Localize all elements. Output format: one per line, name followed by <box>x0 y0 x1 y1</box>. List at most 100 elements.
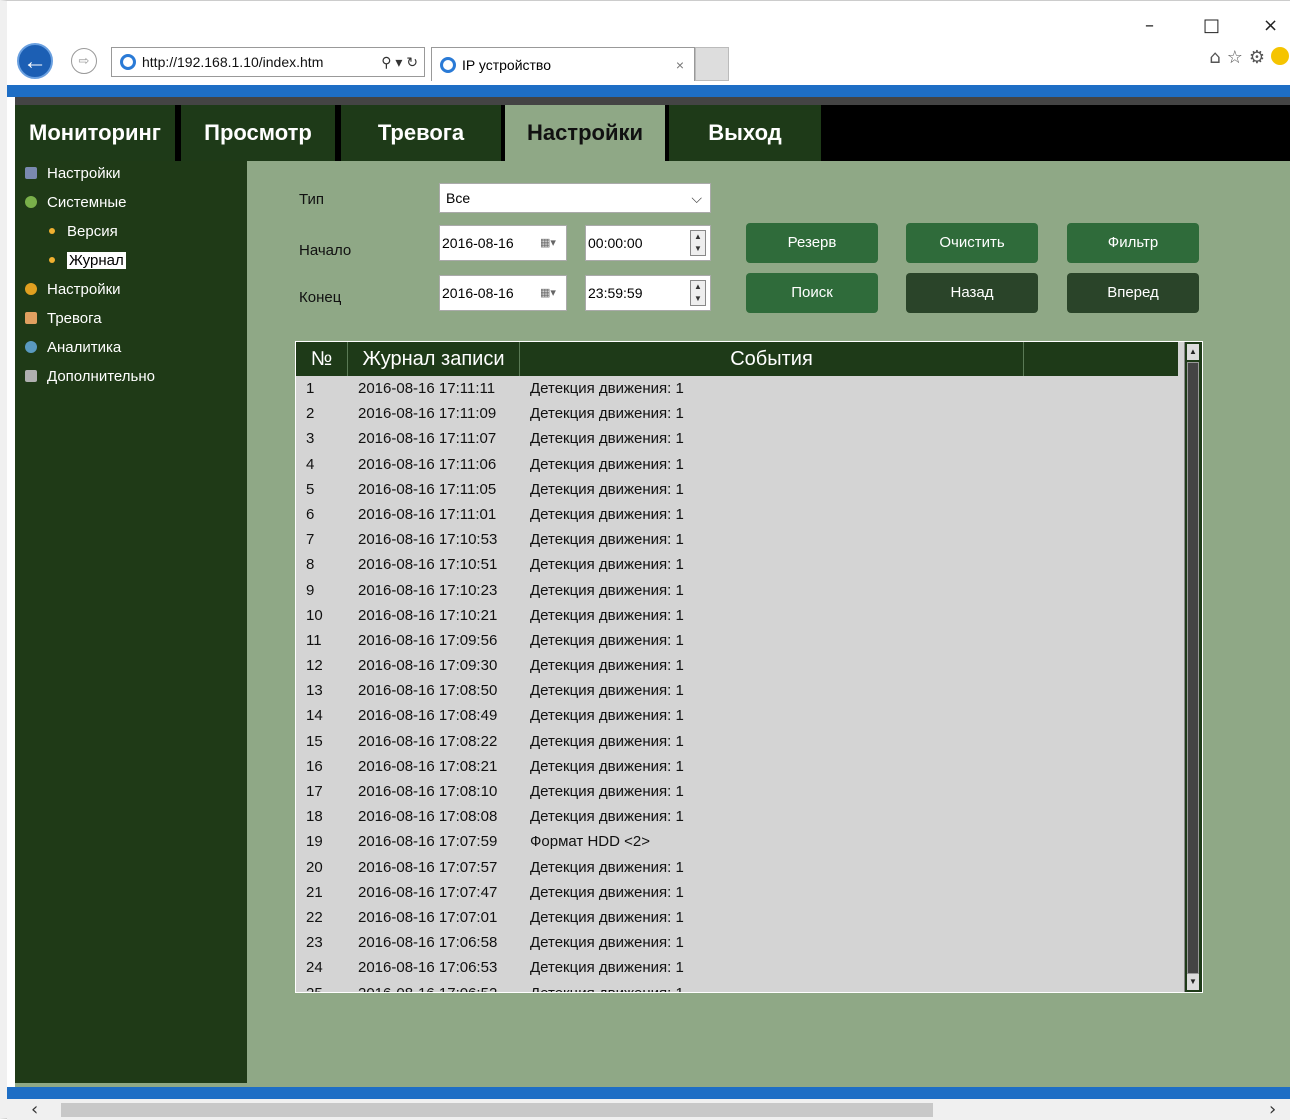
sidebar-item-version[interactable]: Версия <box>49 221 118 243</box>
table-row[interactable]: 23 2016-08-16 17:06:58 Детекция движения: … <box>296 930 1178 955</box>
scroll-left-icon[interactable]: ‹ <box>31 1099 38 1120</box>
table-row[interactable]: 12 2016-08-16 17:09:30 Детекция движения: … <box>296 653 1178 678</box>
table-row[interactable]: 6 2016-08-16 17:11:01 Детекция движения: 1 <box>296 502 1178 527</box>
scroll-down-icon[interactable]: ▼ <box>1187 974 1199 990</box>
scroll-up-icon[interactable]: ▲ <box>1187 344 1199 360</box>
calendar-icon[interactable]: ▦▾ <box>540 236 560 250</box>
clear-button[interactable]: Очистить <box>906 223 1038 263</box>
sidebar-item-advanced[interactable]: Дополнительно <box>25 366 155 388</box>
table-header: № Журнал записи События <box>296 342 1178 376</box>
home-icon[interactable]: ⌂ <box>1209 47 1226 68</box>
table-row[interactable]: 10 2016-08-16 17:10:21 Детекция движения: … <box>296 603 1178 628</box>
maximize-button[interactable]: □ <box>1203 15 1220 36</box>
time-spinner[interactable]: ▲ ▼ <box>690 280 706 306</box>
gear-icon[interactable]: ⚙ <box>1249 47 1271 68</box>
sidebar-item-analytics[interactable]: Аналитика <box>25 337 121 359</box>
cell-number: 13 <box>306 682 323 700</box>
cell-event: Детекция движения: 1 <box>530 783 684 800</box>
table-row[interactable]: 13 2016-08-16 17:08:50 Детекция движения: … <box>296 678 1178 703</box>
tab-monitoring[interactable]: Мониторинг <box>15 105 175 161</box>
forward-button[interactable]: Вперед <box>1067 273 1199 313</box>
cell-event: Детекция движения: 1 <box>530 505 684 523</box>
forward-arrow-icon[interactable]: ⇨ <box>71 48 97 74</box>
table-row[interactable]: 14 2016-08-16 17:08:49 Детекция движения: … <box>296 703 1178 728</box>
filter-button[interactable]: Фильтр <box>1067 223 1199 263</box>
table-row[interactable]: 24 2016-08-16 17:06:53 Детекция движения: … <box>296 955 1178 980</box>
cell-number: 19 <box>306 833 323 851</box>
table-row[interactable]: 22 2016-08-16 17:07:01 Детекция движения: … <box>296 905 1178 930</box>
table-row[interactable]: 9 2016-08-16 17:10:23 Детекция движения: 1 <box>296 578 1178 603</box>
end-time-field[interactable]: 23:59:59 ▲ ▼ <box>585 275 711 311</box>
cell-event: Детекция движения: 1 <box>530 606 684 624</box>
back-button[interactable]: Назад <box>906 273 1038 313</box>
web-page: Мониторинг Просмотр Тревога Настройки Вы… <box>15 97 1290 1087</box>
tab-playback[interactable]: Просмотр <box>181 105 335 161</box>
backup-button[interactable]: Резерв <box>746 223 878 263</box>
sidebar-item-settings-root[interactable]: Настройки <box>25 163 121 185</box>
table-row[interactable]: 25 2016-08-16 17:06:52 Детекция движения: … <box>296 981 1178 993</box>
table-row[interactable]: 5 2016-08-16 17:11:05 Детекция движения: 1 <box>296 477 1178 502</box>
smiley-icon[interactable] <box>1271 47 1289 65</box>
new-tab-button[interactable] <box>695 47 729 81</box>
calendar-icon[interactable]: ▦▾ <box>540 286 560 300</box>
minimize-button[interactable]: – <box>1145 15 1154 36</box>
table-row[interactable]: 8 2016-08-16 17:10:51 Детекция движения: 1 <box>296 552 1178 577</box>
sidebar-item-config[interactable]: Настройки <box>25 279 121 301</box>
cell-event: Детекция движения: 1 <box>530 380 684 397</box>
horizontal-scrollbar[interactable]: ‹ › <box>7 1099 1290 1120</box>
table-scrollbar[interactable]: ▲ ▼ <box>1184 342 1202 992</box>
table-row[interactable]: 7 2016-08-16 17:10:53 Детекция движения: 1 <box>296 527 1178 552</box>
address-bar[interactable]: http://192.168.1.10/index.htm ⚲ ▾ ↻ <box>111 47 425 77</box>
cell-event: Детекция движения: 1 <box>530 908 684 926</box>
table-row[interactable]: 2 2016-08-16 17:11:09 Детекция движения: 1 <box>296 401 1178 426</box>
monitor-icon <box>25 167 37 179</box>
table-row[interactable]: 4 2016-08-16 17:11:06 Детекция движения: 1 <box>296 452 1178 477</box>
tab-settings[interactable]: Настройки <box>505 105 665 161</box>
table-row[interactable]: 11 2016-08-16 17:09:56 Детекция движения: … <box>296 628 1178 653</box>
sidebar-item-log[interactable]: Журнал <box>49 250 126 272</box>
star-icon[interactable]: ☆ <box>1227 47 1249 68</box>
sidebar-item-alarm[interactable]: Тревога <box>25 308 102 330</box>
table-row[interactable]: 20 2016-08-16 17:07:57 Детекция движения: … <box>296 855 1178 880</box>
tab-alarm[interactable]: Тревога <box>341 105 501 161</box>
cell-number: 17 <box>306 783 323 800</box>
end-date-field[interactable]: 2016-08-16 ▦▾ <box>439 275 567 311</box>
cell-timestamp: 2016-08-16 17:08:10 <box>358 783 498 800</box>
cell-event: Детекция движения: 1 <box>530 430 684 448</box>
page-bottom-bar <box>7 1087 1290 1099</box>
sidebar-item-system[interactable]: Системные <box>25 192 126 214</box>
address-tools[interactable]: ⚲ ▾ ↻ <box>381 48 418 76</box>
start-date-field[interactable]: 2016-08-16 ▦▾ <box>439 225 567 261</box>
table-row[interactable]: 3 2016-08-16 17:11:07 Детекция движения: 1 <box>296 426 1178 451</box>
table-row[interactable]: 17 2016-08-16 17:08:10 Детекция движения: … <box>296 779 1178 804</box>
browser-tab[interactable]: IP устройство × <box>431 47 695 81</box>
table-row[interactable]: 1 2016-08-16 17:11:11 Детекция движения: 1 <box>296 376 1178 401</box>
type-label: Тип <box>299 191 325 208</box>
table-row[interactable]: 19 2016-08-16 17:07:59 Формат HDD <2> <box>296 829 1178 854</box>
scroll-thumb[interactable] <box>1187 362 1199 974</box>
scroll-right-icon[interactable]: › <box>1269 1099 1276 1120</box>
url-text: http://192.168.1.10/index.htm <box>142 54 324 70</box>
bullet-icon <box>49 228 55 234</box>
gear-icon <box>25 283 37 295</box>
search-button[interactable]: Поиск <box>746 273 878 313</box>
cell-timestamp: 2016-08-16 17:08:22 <box>358 732 498 750</box>
close-window-button[interactable]: × <box>1263 15 1278 36</box>
time-spinner[interactable]: ▲ ▼ <box>690 230 706 256</box>
end-label: Конец <box>299 289 342 306</box>
tab-close-icon[interactable]: × <box>676 48 684 82</box>
cell-number: 4 <box>306 455 315 473</box>
cell-number: 12 <box>306 657 323 675</box>
start-time-field[interactable]: 00:00:00 ▲ ▼ <box>585 225 711 261</box>
table-row[interactable]: 16 2016-08-16 17:08:21 Детекция движения: … <box>296 754 1178 779</box>
back-arrow-icon[interactable]: ← <box>17 43 53 79</box>
cell-event: Детекция движения: 1 <box>530 556 684 574</box>
tab-exit[interactable]: Выход <box>669 105 821 161</box>
cell-event: Детекция движения: 1 <box>530 405 684 423</box>
type-select[interactable]: Все ⌵ <box>439 183 711 213</box>
table-row[interactable]: 18 2016-08-16 17:08:08 Детекция движения: … <box>296 804 1178 829</box>
cell-event: Детекция движения: 1 <box>530 732 684 750</box>
table-row[interactable]: 21 2016-08-16 17:07:47 Детекция движения: … <box>296 880 1178 905</box>
horizontal-scroll-thumb[interactable] <box>61 1103 933 1117</box>
table-row[interactable]: 15 2016-08-16 17:08:22 Детекция движения: … <box>296 729 1178 754</box>
